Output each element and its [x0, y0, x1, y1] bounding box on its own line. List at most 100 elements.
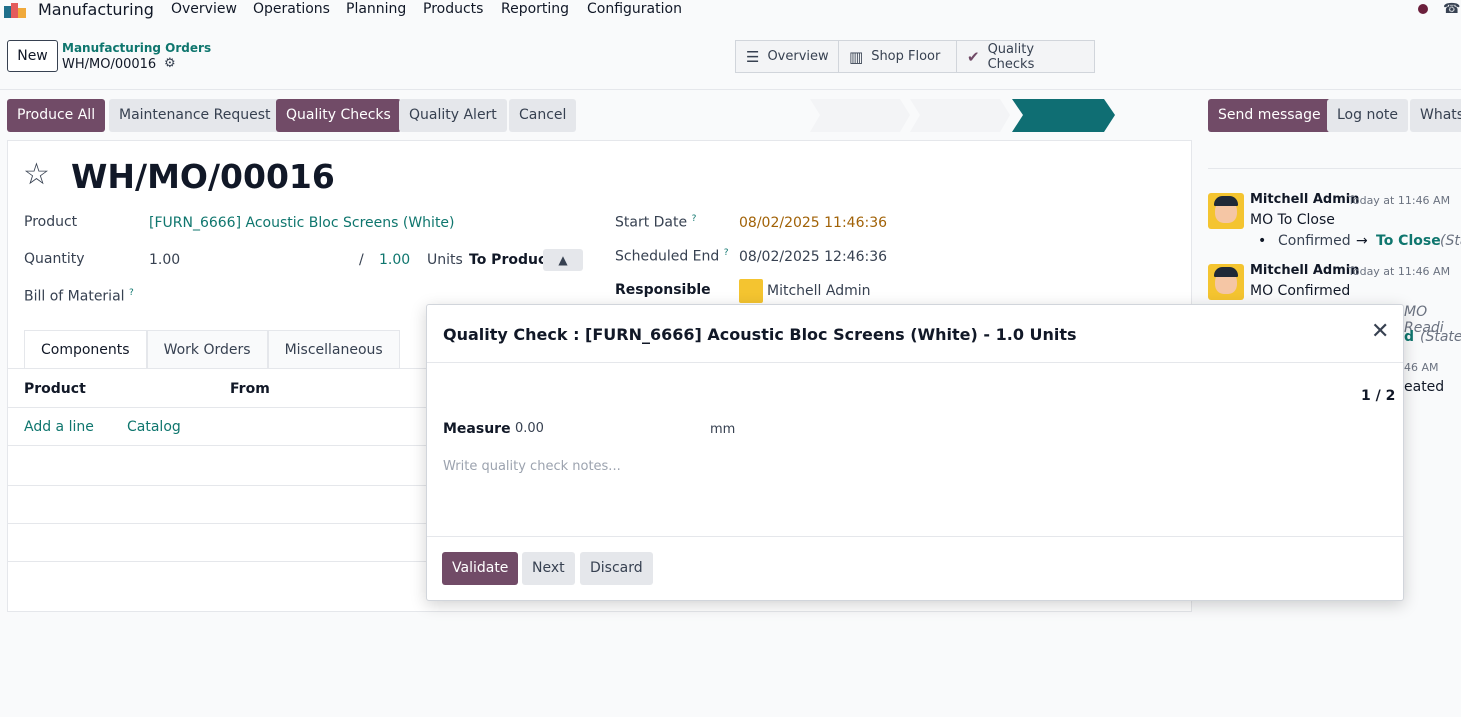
arrow-right-icon: → — [1356, 233, 1368, 249]
tab-work-orders[interactable]: Work Orders — [146, 330, 268, 368]
tracking-old-value: Confirmed — [1278, 233, 1351, 249]
app-name[interactable]: Manufacturing — [38, 0, 154, 19]
forecast-chart-button[interactable]: ▲ — [543, 249, 583, 271]
log-note-button[interactable]: Log note — [1327, 99, 1408, 132]
message-time: Today at 11:46 AM — [1348, 194, 1451, 207]
menu-products[interactable]: Products — [423, 1, 483, 17]
shop-floor-icon: ▥ — [849, 47, 864, 66]
tracking-field: (Sta — [1440, 233, 1461, 249]
chatter-divider — [1208, 168, 1461, 169]
check-icon: ✔ — [967, 47, 980, 66]
responsible-value[interactable]: Mitchell Admin — [767, 283, 871, 299]
overview-smart-label: Overview — [767, 49, 829, 64]
message-author[interactable]: Mitchell Admin — [1250, 263, 1359, 278]
quantity-slash: / — [359, 252, 364, 268]
start-date-help-icon[interactable]: ? — [692, 214, 697, 224]
menu-reporting[interactable]: Reporting — [501, 1, 569, 17]
quantity-unit: Units — [427, 252, 463, 268]
overview-smart-button[interactable]: ☰ Overview — [735, 40, 839, 73]
quantity-label: Quantity — [24, 251, 85, 267]
scheduled-end-value[interactable]: 08/02/2025 12:46:36 — [739, 249, 887, 265]
bom-label: Bill of Material ? — [24, 288, 134, 305]
start-date-label: Start Date ? — [615, 214, 696, 231]
shop-floor-smart-button[interactable]: ▥ Shop Floor — [838, 40, 957, 73]
close-icon[interactable]: ✕ — [1371, 321, 1389, 343]
quality-checks-smart-label: Quality Checks — [987, 41, 1035, 72]
status-step-confirmed[interactable] — [910, 99, 1010, 132]
partial-tracking-field: (State) — [1420, 329, 1461, 345]
top-navbar: Manufacturing Overview Operations Planni… — [0, 0, 1461, 20]
discard-button[interactable]: Discard — [580, 552, 653, 585]
next-button[interactable]: Next — [522, 552, 575, 585]
status-bar — [810, 99, 1115, 132]
measure-input[interactable]: 0.00 — [515, 421, 544, 436]
menu-overview[interactable]: Overview — [171, 1, 237, 17]
tracking-bullet: • — [1258, 233, 1267, 249]
quality-checks-smart-button[interactable]: ✔ Quality Checks — [956, 40, 1095, 73]
product-value[interactable]: [FURN_6666] Acoustic Bloc Screens (White… — [149, 215, 455, 231]
column-from[interactable]: From — [230, 381, 270, 397]
scheduled-end-help-icon[interactable]: ? — [724, 248, 729, 258]
notebook-tabs: Components Work Orders Miscellaneous — [24, 330, 400, 368]
partial-message-time: 46 AM — [1404, 361, 1439, 374]
message-body: MO Confirmed — [1250, 283, 1351, 299]
dialog-header: Quality Check : [FURN_6666] Acoustic Blo… — [427, 305, 1403, 363]
tracking-new-value: To Close — [1376, 233, 1441, 249]
notes-field[interactable]: Write quality check notes... — [443, 459, 621, 474]
responsible-avatar — [739, 279, 763, 303]
menu-configuration[interactable]: Configuration — [587, 1, 682, 17]
star-icon[interactable]: ☆ — [23, 157, 50, 192]
message-time: Today at 11:46 AM — [1348, 265, 1451, 278]
status-step-active[interactable] — [1012, 99, 1115, 132]
quality-alert-button[interactable]: Quality Alert — [399, 99, 507, 132]
gear-icon[interactable]: ⚙ — [164, 56, 176, 71]
message-body: MO To Close — [1250, 212, 1335, 228]
partial-tracking-link: d — [1404, 329, 1415, 345]
tab-components[interactable]: Components — [24, 330, 147, 368]
check-pager: 1 / 2 — [1361, 388, 1396, 404]
whatsapp-button[interactable]: Whats — [1410, 99, 1461, 132]
column-product[interactable]: Product — [24, 381, 86, 397]
user-status-dot[interactable] — [1418, 4, 1428, 14]
bom-label-text: Bill of Material — [24, 288, 125, 305]
avatar — [1208, 264, 1244, 300]
avatar — [1208, 193, 1244, 229]
area-chart-icon: ▲ — [558, 253, 568, 267]
menu-operations[interactable]: Operations — [253, 1, 330, 17]
start-date-value[interactable]: 08/02/2025 11:46:36 — [739, 215, 887, 231]
add-line-link[interactable]: Add a line — [24, 419, 94, 435]
breadcrumb-parent[interactable]: Manufacturing Orders — [62, 41, 211, 55]
scheduled-end-label: Scheduled End ? — [615, 248, 729, 265]
manufacturing-app-icon[interactable] — [4, 2, 28, 18]
menu-planning[interactable]: Planning — [346, 1, 406, 17]
dialog-title: Quality Check : [FURN_6666] Acoustic Blo… — [443, 325, 1077, 344]
message-author[interactable]: Mitchell Admin — [1250, 192, 1359, 207]
tab-miscellaneous[interactable]: Miscellaneous — [267, 330, 400, 368]
quality-checks-button[interactable]: Quality Checks — [276, 99, 401, 132]
shop-floor-smart-label: Shop Floor — [871, 49, 941, 64]
status-step-draft[interactable] — [810, 99, 910, 132]
produce-all-button[interactable]: Produce All — [7, 99, 106, 132]
quantity-input[interactable]: 1.00 — [149, 252, 180, 268]
phone-icon[interactable]: ☎ — [1443, 1, 1460, 17]
bom-help-icon[interactable]: ? — [129, 288, 134, 298]
breadcrumb-current: WH/MO/00016 — [62, 57, 157, 72]
control-panel: New Manufacturing Orders WH/MO/00016 ⚙ ☰… — [0, 32, 1461, 90]
scheduled-end-label-text: Scheduled End — [615, 248, 720, 265]
start-date-label-text: Start Date — [615, 214, 688, 231]
quality-check-dialog: Quality Check : [FURN_6666] Acoustic Blo… — [426, 304, 1404, 601]
measure-unit: mm — [710, 422, 736, 437]
quantity-total: 1.00 — [379, 252, 411, 268]
catalog-link[interactable]: Catalog — [127, 419, 181, 435]
record-title: WH/MO/00016 — [71, 157, 335, 196]
validate-button[interactable]: Validate — [442, 552, 519, 585]
maintenance-request-button[interactable]: Maintenance Request — [109, 99, 281, 132]
partial-message-body: eated — [1404, 379, 1445, 395]
product-label: Product — [24, 214, 78, 230]
send-message-button[interactable]: Send message — [1208, 99, 1331, 132]
list-icon: ☰ — [746, 47, 760, 66]
dialog-footer: Validate Next Discard — [427, 536, 1403, 600]
measure-label: Measure — [443, 421, 511, 437]
new-button[interactable]: New — [7, 40, 58, 72]
cancel-button[interactable]: Cancel — [509, 99, 577, 132]
